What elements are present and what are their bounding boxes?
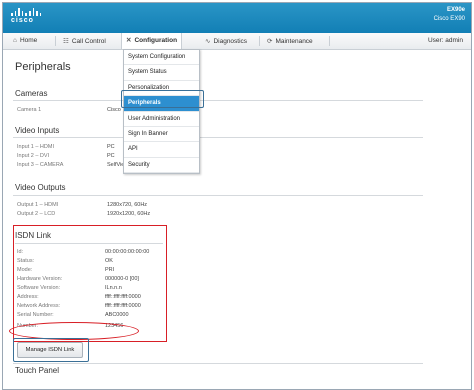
menu-item-user-administration[interactable]: User Administration xyxy=(124,112,199,127)
menu-item-system-configuration[interactable]: System Configuration xyxy=(124,50,199,66)
nav-home[interactable]: ⌂ Home xyxy=(13,37,37,44)
manage-isdn-link-button[interactable]: Manage ISDN Link xyxy=(17,342,83,358)
video-output-value: 1920x1200, 60Hz xyxy=(107,211,151,217)
video-output-value: 1280x720, 60Hz xyxy=(107,202,148,208)
main-nav: ⌂ Home ☷ Call Control ✕ Configuration ∿ Diag… xyxy=(3,33,471,50)
nav-call-control[interactable]: ☷ Call Control xyxy=(63,37,106,45)
camera-value: Cisco xyxy=(107,107,121,113)
cisco-bars-icon xyxy=(11,8,42,16)
nav-diagnostics[interactable]: ∿ Diagnostics xyxy=(205,37,247,45)
nav-call-control-label: Call Control xyxy=(71,38,106,45)
video-input-label: Input 3 – CAMERA xyxy=(17,162,64,168)
cameras-heading: Cameras xyxy=(15,89,48,98)
header-bar: cisco EX90e Cisco EX90 xyxy=(3,3,471,33)
touch-panel-heading: Touch Panel xyxy=(15,366,60,375)
logo-text: cisco xyxy=(11,17,34,24)
home-icon: ⌂ xyxy=(13,37,17,44)
device-info: EX90e Cisco EX90 xyxy=(434,6,465,24)
peripherals-callout xyxy=(121,90,204,108)
menu-item-sign-in-banner[interactable]: Sign In Banner xyxy=(124,127,199,143)
video-input-value: PC xyxy=(107,153,115,159)
video-input-label: Input 2 – DVI xyxy=(17,153,50,159)
pulse-icon: ∿ xyxy=(205,38,211,45)
menu-item-api[interactable]: API xyxy=(124,142,199,158)
video-outputs-heading: Video Outputs xyxy=(15,183,66,192)
nav-configuration-label: Configuration xyxy=(134,37,178,44)
nav-configuration[interactable]: ✕ Configuration xyxy=(121,33,183,49)
divider xyxy=(13,195,423,196)
camera-label: Camera 1 xyxy=(17,107,42,113)
divider xyxy=(13,100,423,101)
cisco-logo: cisco xyxy=(11,8,42,24)
menu-item-system-status[interactable]: System Status xyxy=(124,65,199,81)
contacts-icon: ☷ xyxy=(63,38,69,45)
divider xyxy=(13,137,423,138)
page-title: Peripherals xyxy=(15,61,71,73)
video-input-value: PC xyxy=(107,144,115,150)
video-output-label: Output 1 – HDMI xyxy=(17,202,59,208)
nav-maintenance-label: Maintenance xyxy=(275,38,313,45)
device-name: Cisco EX90 xyxy=(433,16,465,22)
configuration-dropdown: System Configuration System Status Perso… xyxy=(123,49,200,175)
user-menu[interactable]: User: admin xyxy=(428,37,463,44)
video-input-label: Input 1 – HDMI xyxy=(17,144,54,150)
nav-diagnostics-label: Diagnostics xyxy=(213,38,248,45)
browser-frame: cisco EX90e Cisco EX90 ⌂ Home ☷ Call Contr… xyxy=(2,2,472,390)
divider xyxy=(13,363,423,364)
nav-home-label: Home xyxy=(19,37,38,44)
video-output-label: Output 2 – LCD xyxy=(17,211,56,217)
video-inputs-heading: Video Inputs xyxy=(15,126,60,135)
device-model: EX90e xyxy=(446,7,465,13)
menu-item-security[interactable]: Security xyxy=(124,158,199,174)
nav-maintenance[interactable]: ⟳ Maintenance xyxy=(267,37,313,45)
wrench-icon: ✕ xyxy=(126,37,132,44)
refresh-icon: ⟳ xyxy=(267,38,273,45)
